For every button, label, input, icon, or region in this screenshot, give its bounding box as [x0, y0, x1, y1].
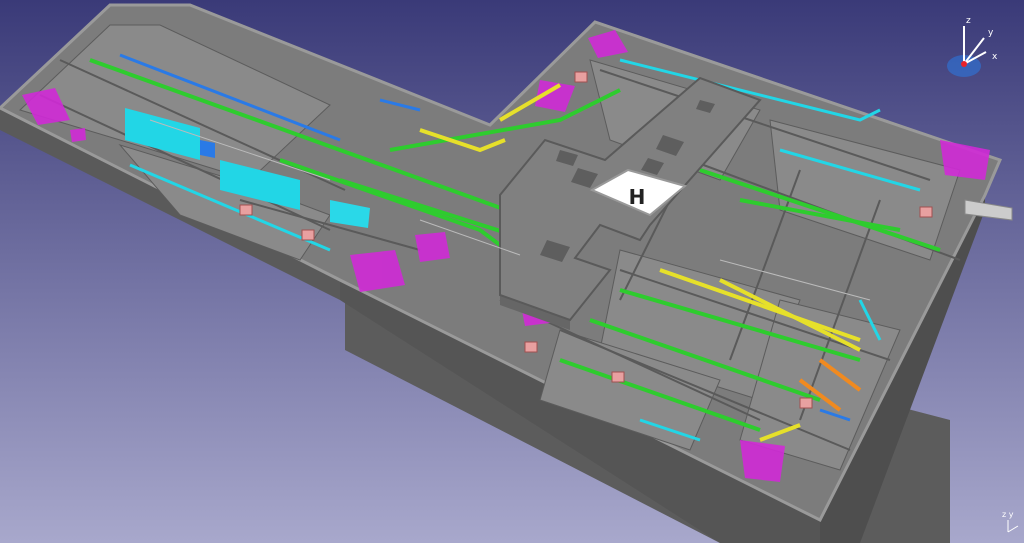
compass-y-label: y — [988, 28, 994, 38]
orientation-compass[interactable]: z y x — [940, 16, 1000, 88]
helipad-letter: H — [629, 185, 646, 209]
compass-origin — [961, 61, 967, 67]
3d-viewport[interactable]: H z y x z y — [0, 0, 1024, 543]
compass-z-label: z — [966, 16, 971, 26]
plant-model-scene[interactable]: H — [0, 0, 1024, 543]
compass-x-label: x — [992, 52, 998, 62]
mini-axis-label: z y — [1002, 510, 1014, 519]
mini-axis-indicator: z y — [1002, 510, 1022, 538]
